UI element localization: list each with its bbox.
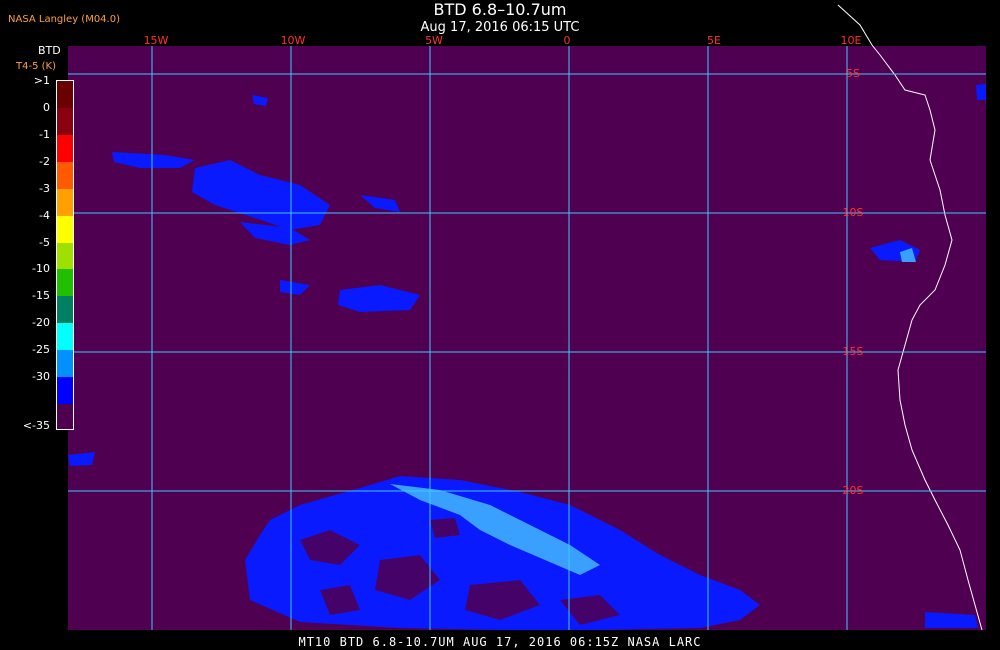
colorbar-swatch (57, 188, 73, 216)
lat-label-15s: 15S (843, 345, 864, 358)
colorbar-swatch (57, 323, 73, 351)
colorbar-swatch (57, 242, 73, 270)
colorbar-swatch (57, 215, 73, 243)
legend-title: BTD (38, 44, 61, 57)
colorbar-tick-label: <-35 (22, 418, 50, 432)
colorbar-tick-label: -3 (39, 181, 50, 195)
colorbar-tick-label: -20 (32, 316, 50, 330)
lon-label-15w: 15W (144, 34, 169, 47)
colorbar-swatch (57, 269, 73, 297)
colorbar-swatch (57, 350, 73, 378)
colorbar-swatch (57, 107, 73, 135)
colorbar-tick-label: -1 (39, 127, 50, 141)
legend-unit: T4-5 (K) (16, 61, 56, 72)
lon-label-10w: 10W (281, 34, 306, 47)
colorbar-tick-label: -25 (32, 343, 50, 357)
colorbar-swatch (57, 296, 73, 324)
lon-label-5w: 5W (425, 34, 443, 47)
colorbar-tick-label: 0 (43, 100, 50, 114)
colorbar-tick-label: -5 (39, 235, 50, 249)
colorbar-tick-label: -2 (39, 154, 50, 168)
lon-label-10e: 10E (841, 34, 862, 47)
colorbar-swatch (57, 161, 73, 189)
lon-label-0: 0 (564, 34, 571, 47)
colorbar (56, 80, 74, 430)
colorbar-swatch (57, 81, 73, 108)
colorbar-tick-label: -4 (39, 208, 50, 222)
colorbar-tick-label: >1 (33, 74, 50, 87)
footer-caption: MT10 BTD 6.8-10.7UM AUG 17, 2016 06:15Z … (298, 635, 702, 649)
lat-label-5s: 5S (846, 67, 860, 80)
colorbar-swatch (57, 404, 73, 429)
colorbar-swatch (57, 134, 73, 162)
colorbar-tick-label: -30 (32, 370, 50, 384)
lat-label-20s: 20S (843, 484, 864, 497)
map-timestamp: Aug 17, 2016 06:15 UTC (420, 20, 580, 35)
colorbar-tick-label: -10 (32, 262, 50, 276)
colorbar-tick-label: -15 (32, 289, 50, 303)
lon-label-5e: 5E (707, 34, 721, 47)
map-title: BTD 6.8–10.7um (433, 0, 567, 19)
lat-label-10s: 10S (843, 206, 864, 219)
colorbar-swatch (57, 377, 73, 405)
satellite-map: 15W 10W 5W 0 5E 10E 5S 10S 15S 20S (68, 4, 986, 631)
